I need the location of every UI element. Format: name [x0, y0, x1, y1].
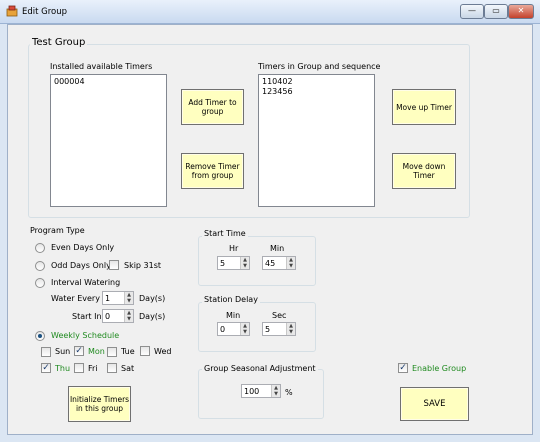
wed-label[interactable]: Wed [154, 347, 171, 356]
delay-sec-value: 5 [265, 325, 271, 334]
mon-label[interactable]: Mon [88, 347, 105, 356]
program-type-label: Program Type [30, 226, 85, 235]
thu-label[interactable]: Thu [55, 364, 70, 373]
delay-sec-label: Sec [272, 311, 287, 320]
odd-days-radio[interactable] [35, 261, 45, 271]
even-days-radio[interactable] [35, 243, 45, 253]
hr-stepper[interactable]: 5 ▲ ▼ [217, 256, 250, 270]
tue-checkbox[interactable] [107, 347, 117, 357]
thu-checkbox[interactable]: ✓ [41, 363, 51, 373]
enable-group-checkbox[interactable]: ✓ [398, 363, 408, 373]
percent-label: % [285, 388, 293, 397]
group-timers-label: Timers in Group and sequence [258, 62, 381, 71]
group-timers-list[interactable]: 110402 123456 [258, 74, 375, 207]
title-bar: Edit Group — ▭ ✕ [0, 0, 540, 24]
spin-down-icon[interactable]: ▼ [286, 329, 295, 335]
start-in-value: 0 [105, 312, 111, 321]
start-time-title: Start Time [202, 229, 248, 238]
spin-down-icon[interactable]: ▼ [271, 391, 280, 397]
seasonal-value: 100 [244, 387, 260, 396]
spin-down-icon[interactable]: ▼ [240, 263, 249, 269]
add-timer-button[interactable]: Add Timer to group [181, 89, 244, 125]
tue-label[interactable]: Tue [121, 347, 135, 356]
min-label: Min [270, 244, 285, 253]
sat-label[interactable]: Sat [121, 364, 134, 373]
sat-checkbox[interactable] [107, 363, 117, 373]
skip31-checkbox[interactable] [109, 260, 119, 270]
sun-label[interactable]: Sun [55, 347, 70, 356]
wed-checkbox[interactable] [140, 346, 150, 356]
fri-checkbox[interactable] [74, 363, 84, 373]
interval-radio[interactable] [35, 278, 45, 288]
odd-days-label[interactable]: Odd Days Only [51, 261, 111, 270]
hr-value: 5 [220, 259, 226, 268]
list-item[interactable]: 123456 [262, 87, 371, 97]
even-days-label[interactable]: Even Days Only [51, 243, 114, 252]
move-down-button[interactable]: Move down Timer [392, 153, 456, 189]
test-group-title: Test Group [30, 37, 88, 48]
maximize-button[interactable]: ▭ [484, 4, 508, 19]
interval-label[interactable]: Interval Watering [51, 278, 120, 287]
spin-down-icon[interactable]: ▼ [124, 298, 133, 304]
delay-sec-stepper[interactable]: 5 ▲ ▼ [262, 322, 296, 336]
save-button[interactable]: SAVE [400, 387, 469, 421]
station-delay-box [198, 302, 316, 352]
station-delay-title: Station Delay [202, 295, 260, 304]
start-in-label: Start In [72, 312, 102, 321]
initialize-timers-button[interactable]: Initialize Timers in this group [68, 386, 131, 422]
spin-down-icon[interactable]: ▼ [286, 263, 295, 269]
weekly-label[interactable]: Weekly Schedule [51, 331, 119, 340]
delay-min-label: Min [226, 311, 241, 320]
spin-down-icon[interactable]: ▼ [124, 316, 133, 322]
min-stepper[interactable]: 45 ▲ ▼ [262, 256, 296, 270]
enable-group-label[interactable]: Enable Group [412, 364, 466, 373]
days-unit-label: Day(s) [139, 294, 166, 303]
start-in-stepper[interactable]: 0 ▲ ▼ [102, 309, 134, 323]
minimize-button[interactable]: — [460, 4, 484, 19]
move-up-button[interactable]: Move up Timer [392, 89, 456, 125]
mon-checkbox[interactable]: ✓ [74, 346, 84, 356]
close-button[interactable]: ✕ [508, 4, 534, 19]
water-every-value: 1 [105, 294, 111, 303]
delay-min-value: 0 [220, 325, 226, 334]
start-time-box [198, 236, 316, 286]
list-item[interactable]: 110402 [262, 77, 371, 87]
seasonal-stepper[interactable]: 100 ▲ ▼ [241, 384, 281, 398]
app-icon [6, 5, 18, 17]
days-unit-label: Day(s) [139, 312, 166, 321]
list-item[interactable]: 000004 [54, 77, 163, 87]
water-every-stepper[interactable]: 1 ▲ ▼ [102, 291, 134, 305]
spin-down-icon[interactable]: ▼ [240, 329, 249, 335]
sun-checkbox[interactable] [41, 347, 51, 357]
installed-timers-label: Installed available Timers [50, 62, 153, 71]
water-every-label: Water Every [51, 294, 100, 303]
weekly-radio[interactable] [35, 331, 45, 341]
installed-timers-list[interactable]: 000004 [50, 74, 167, 207]
hr-label: Hr [229, 244, 239, 253]
min-value: 45 [265, 259, 276, 268]
skip31-label[interactable]: Skip 31st [124, 261, 161, 270]
seasonal-title: Group Seasonal Adjustment [202, 364, 318, 373]
window-title: Edit Group [22, 7, 68, 17]
remove-timer-button[interactable]: Remove Timer from group [181, 153, 244, 189]
delay-min-stepper[interactable]: 0 ▲ ▼ [217, 322, 250, 336]
fri-label[interactable]: Fri [88, 364, 98, 373]
